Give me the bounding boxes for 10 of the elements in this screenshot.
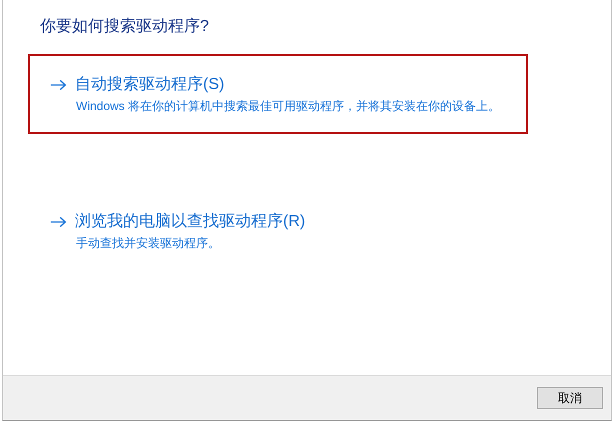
search-option[interactable]: 浏览我的电脑以查找驱动程序(R) 手动查找并安装驱动程序。 [28, 191, 528, 271]
arrow-icon [50, 78, 67, 90]
option-title: 浏览我的电脑以查找驱动程序(R) [75, 212, 306, 232]
dialog-heading: 你要如何搜索驱动程序? [40, 16, 210, 37]
cancel-button[interactable]: 取消 [537, 387, 603, 409]
option-title: 自动搜索驱动程序(S) [75, 74, 224, 95]
arrow-icon [50, 216, 67, 228]
search-option[interactable]: 自动搜索驱动程序(S) Windows 将在你的计算机中搜索最佳可用驱动程序，并将其安装在你的设备上。 [28, 54, 528, 134]
option-description: Windows 将在你的计算机中搜索最佳可用驱动程序，并将其安装在你的设备上。 [76, 98, 502, 115]
option-description: 手动查找并安装驱动程序。 [76, 235, 221, 252]
